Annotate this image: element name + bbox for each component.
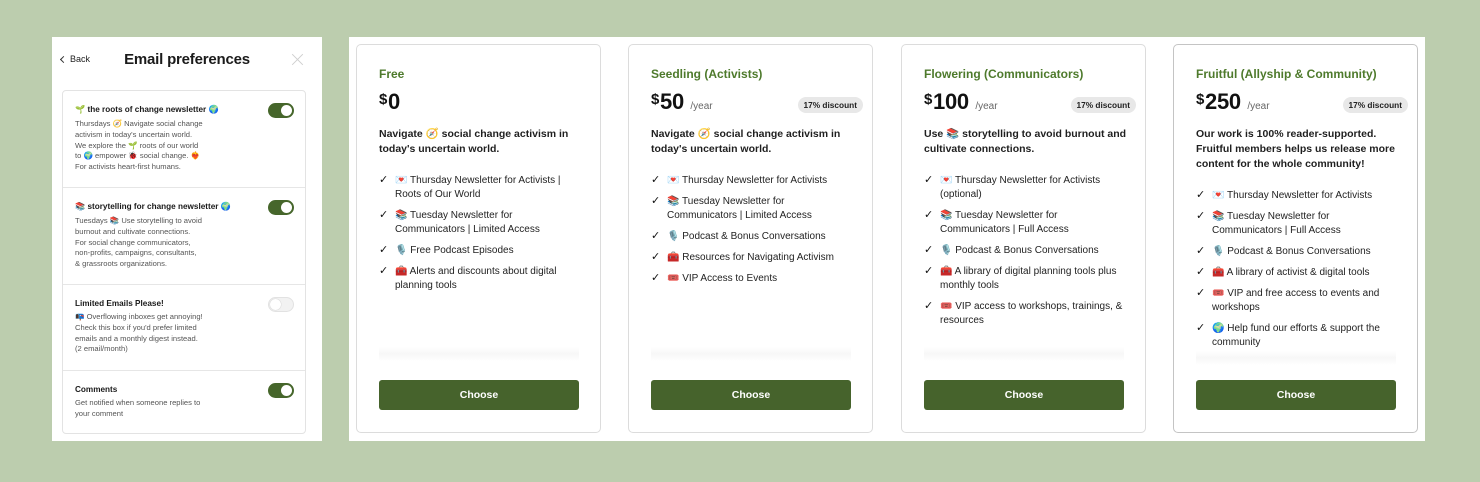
feature-item: 🎙️ Podcast & Bonus Conversations — [651, 229, 856, 244]
feature-item: 🎙️ Podcast & Bonus Conversations — [924, 243, 1129, 258]
page-title: Email preferences — [124, 51, 250, 68]
feature-item: 🌍 Help fund our efforts & support the co… — [1196, 321, 1401, 350]
fade-divider — [1196, 351, 1396, 365]
discount-badge: 17% discount — [1342, 97, 1408, 113]
plan-price: $0 — [379, 89, 400, 114]
email-preferences-panel: Back Email preferences 🌱 the roots of ch… — [52, 37, 322, 441]
price-row: $100 /year 17% discount — [924, 89, 1136, 117]
plan-tagline: Use 📚 storytelling to avoid burnout and … — [924, 128, 1127, 155]
pref-item-storytelling-newsletter: 📚 storytelling for change newsletter 🌍 T… — [63, 188, 305, 285]
pref-item-comments: Comments Get notified when someone repli… — [63, 371, 305, 433]
close-icon[interactable] — [292, 53, 304, 65]
price-period: /year — [1247, 101, 1270, 112]
pref-item-limited-emails: Limited Emails Please! 📭 Overflowing inb… — [63, 285, 305, 371]
plan-price: $50 — [651, 89, 684, 114]
feature-item: 🎙️ Free Podcast Episodes — [379, 243, 584, 258]
feature-item: 🧰 A library of digital planning tools pl… — [924, 264, 1129, 293]
price-row: $250 /year 17% discount — [1196, 89, 1408, 117]
toggle-knob — [281, 385, 292, 396]
plan-tagline: Our work is 100% reader-supported. Fruit… — [1196, 128, 1395, 170]
currency-symbol: $ — [924, 91, 933, 108]
currency-symbol: $ — [651, 91, 660, 108]
plan-name: Free — [379, 67, 405, 81]
choose-seedling-button[interactable]: Choose — [651, 380, 851, 410]
plan-tagline: Navigate 🧭 social change activism in tod… — [379, 128, 569, 155]
currency-symbol: $ — [379, 91, 388, 108]
plan-card-fruitful: Fruitful (Allyship & Community) $250 /ye… — [1173, 44, 1418, 433]
pref-item-description: Get notified when someone replies to you… — [75, 398, 201, 418]
pricing-panel: Free $0 Navigate 🧭 social change activis… — [349, 37, 1425, 441]
limited-emails-toggle[interactable] — [268, 297, 294, 312]
pref-item-name: 📚 storytelling for change newsletter 🌍 — [75, 202, 231, 211]
choose-free-button[interactable]: Choose — [379, 380, 579, 410]
fade-divider — [379, 347, 579, 361]
feature-item: 📚 Tuesday Newsletter for Communicators |… — [1196, 209, 1401, 238]
feature-item: 🎟️ VIP Access to Events — [651, 271, 856, 286]
toggle-knob — [281, 105, 292, 116]
toggle-knob — [281, 202, 292, 213]
fade-divider — [651, 347, 851, 361]
feature-item: 🧰 A library of activist & digital tools — [1196, 265, 1401, 280]
plan-name: Flowering (Communicators) — [924, 67, 1084, 81]
toggle-knob — [270, 299, 281, 310]
feature-item: 🎟️ VIP and free access to events and wor… — [1196, 286, 1401, 315]
price-amount: 0 — [388, 89, 400, 114]
feature-item: 🎙️ Podcast & Bonus Conversations — [1196, 244, 1401, 259]
feature-item: 📚 Tuesday Newsletter for Communicators |… — [379, 208, 584, 237]
price-period: /year — [975, 101, 998, 112]
pref-item-description: 📭 Overflowing inboxes get annoying! Chec… — [75, 312, 203, 354]
plan-card-flowering: Flowering (Communicators) $100 /year 17%… — [901, 44, 1146, 433]
plan-name: Fruitful (Allyship & Community) — [1196, 67, 1377, 81]
price-period: /year — [690, 101, 713, 112]
feature-item: 💌 Thursday Newsletter for Activists — [651, 173, 856, 188]
plan-card-seedling: Seedling (Activists) $50 /year 17% disco… — [628, 44, 873, 433]
comments-toggle[interactable] — [268, 383, 294, 398]
fade-divider — [924, 347, 1124, 361]
choose-flowering-button[interactable]: Choose — [924, 380, 1124, 410]
feature-item: 🧰 Resources for Navigating Activism — [651, 250, 856, 265]
plan-card-free: Free $0 Navigate 🧭 social change activis… — [356, 44, 601, 433]
plan-tagline: Navigate 🧭 social change activism in tod… — [651, 128, 841, 155]
pref-item-name: Limited Emails Please! — [75, 299, 164, 308]
feature-item: 🧰 Alerts and discounts about digital pla… — [379, 264, 584, 293]
choose-fruitful-button[interactable]: Choose — [1196, 380, 1396, 410]
pref-item-roots-newsletter: 🌱 the roots of change newsletter 🌍 Thurs… — [63, 91, 305, 188]
price-row: $50 /year 17% discount — [651, 89, 863, 117]
pref-item-description: Thursdays 🧭 Navigate social change activ… — [75, 119, 203, 172]
plan-price: $250 — [1196, 89, 1241, 114]
plan-price: $100 — [924, 89, 969, 114]
feature-item: 💌 Thursday Newsletter for Activists (opt… — [924, 173, 1129, 202]
feature-item: 💌 Thursday Newsletter for Activists — [1196, 188, 1401, 203]
roots-newsletter-toggle[interactable] — [268, 103, 294, 118]
prefs-header: Back Email preferences — [52, 37, 322, 83]
feature-item: 📚 Tuesday Newsletter for Communicators |… — [651, 194, 856, 223]
price-amount: 250 — [1205, 89, 1241, 114]
discount-badge: 17% discount — [797, 97, 863, 113]
pref-item-name: Comments — [75, 385, 118, 394]
discount-badge: 17% discount — [1070, 97, 1136, 113]
currency-symbol: $ — [1196, 91, 1205, 108]
pref-item-description: Tuesdays 📚 Use storytelling to avoid bur… — [75, 216, 202, 269]
price-amount: 50 — [660, 89, 684, 114]
price-row: $0 — [379, 89, 589, 117]
feature-list: 💌 Thursday Newsletter for Activists 📚 Tu… — [1196, 188, 1401, 357]
plan-name: Seedling (Activists) — [651, 67, 763, 81]
storytelling-newsletter-toggle[interactable] — [268, 200, 294, 215]
feature-list: 💌 Thursday Newsletter for Activists (opt… — [924, 173, 1129, 335]
price-amount: 100 — [933, 89, 969, 114]
feature-item: 📚 Tuesday Newsletter for Communicators |… — [924, 208, 1129, 237]
pref-item-name: 🌱 the roots of change newsletter 🌍 — [75, 105, 219, 114]
preferences-list: 🌱 the roots of change newsletter 🌍 Thurs… — [62, 90, 306, 434]
feature-item: 🎟️ VIP access to workshops, trainings, &… — [924, 299, 1129, 328]
feature-list: 💌 Thursday Newsletter for Activists 📚 Tu… — [651, 173, 856, 293]
feature-item: 💌 Thursday Newsletter for Activists | Ro… — [379, 173, 584, 202]
feature-list: 💌 Thursday Newsletter for Activists | Ro… — [379, 173, 584, 300]
